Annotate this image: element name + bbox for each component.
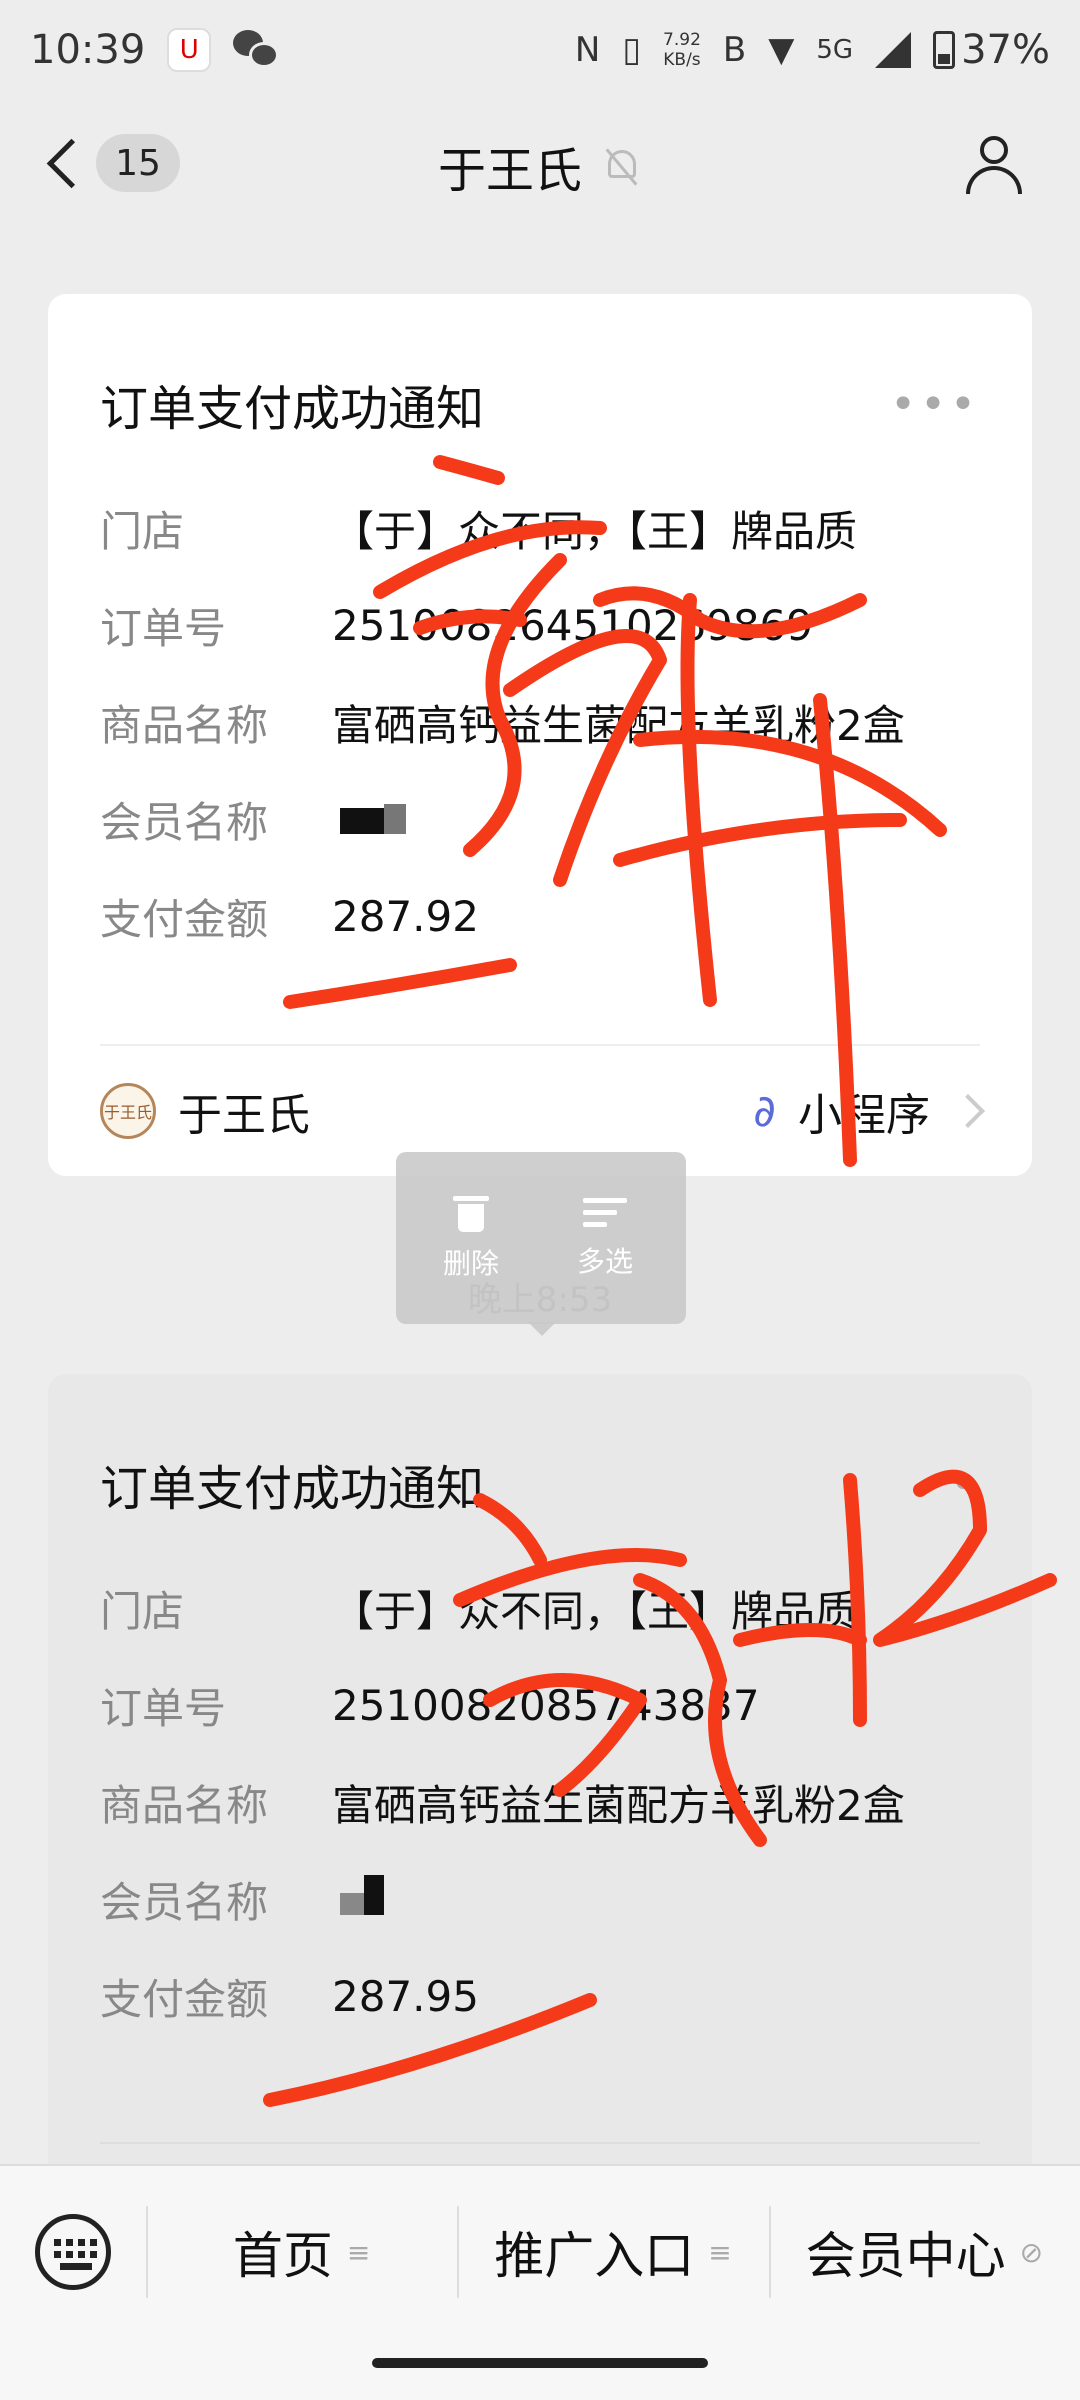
more-icon[interactable]: ••• bbox=[890, 379, 980, 430]
battery: 37% bbox=[933, 27, 1050, 73]
menu-row: 首页 ≡ 推广入口 ≡ 会员中心 ⊘ bbox=[0, 2166, 1080, 2338]
brand-logo: 于王氏 bbox=[100, 1083, 156, 1139]
status-left: 10:39 U bbox=[30, 27, 280, 73]
card-row: 商品名称 富硒高钙益生菌配方羊乳粉2盒 bbox=[100, 674, 980, 771]
submenu-icon: ≡ bbox=[346, 2235, 371, 2269]
mini-program-link[interactable]: ∂ 小程序 bbox=[753, 1079, 985, 1143]
row-value: 2510082645102​69869 bbox=[332, 601, 813, 650]
battery-fill bbox=[938, 53, 951, 64]
row-value: 富硒高钙益生菌配方羊乳粉2盒 bbox=[332, 1781, 905, 1830]
card-row: 订单号 2510082085743837 bbox=[100, 1657, 980, 1754]
chevron-right-icon bbox=[951, 1094, 985, 1128]
mute-bell-icon bbox=[602, 146, 642, 186]
nfc-icon: N bbox=[574, 30, 601, 70]
message-card[interactable]: 订单支付成功通知 ••• 门店 【于】众不同，【王】牌品质 订单号 25100826… bbox=[48, 294, 1032, 1176]
keyboard-icon bbox=[35, 2214, 111, 2290]
brand-name: 于王氏 bbox=[178, 1090, 310, 1141]
context-menu: 删除 多选 bbox=[396, 1152, 686, 1324]
redaction-block bbox=[364, 1874, 384, 1915]
vibrate-icon: ▯ bbox=[622, 30, 642, 70]
card-title: 订单支付成功通知 bbox=[100, 381, 485, 437]
net-speed: 7.92 KB/s bbox=[663, 30, 701, 70]
menu-item-member-center[interactable]: 会员中心 ⊘ bbox=[768, 2166, 1080, 2338]
network-type: 5G bbox=[816, 35, 854, 65]
row-label: 订单号 bbox=[100, 1684, 227, 1733]
card-title-row: 订单支付成功通知 •• bbox=[100, 1434, 980, 1534]
redaction-block bbox=[340, 808, 384, 834]
net-speed-value: 7.92 bbox=[663, 30, 701, 50]
unread-badge[interactable]: 15 bbox=[96, 134, 180, 192]
card-row: 门店 【于】众不同，【王】牌品质 bbox=[100, 480, 980, 577]
more-icon[interactable]: •• bbox=[920, 1459, 980, 1510]
row-value: 2510082085743837 bbox=[332, 1681, 760, 1730]
mini-program-icon: ∂ bbox=[753, 1085, 776, 1137]
redaction-block bbox=[340, 1892, 364, 1915]
delete-label: 删除 bbox=[442, 1247, 499, 1280]
card-row: 支付金额 287.92 bbox=[100, 868, 980, 965]
card-row: 商品名称 富硒高钙益生菌配方羊乳粉2盒 bbox=[100, 1754, 980, 1851]
row-label: 门店 bbox=[100, 1587, 185, 1636]
chat-title: 于王氏 bbox=[437, 143, 582, 199]
menu-item-label: 首页 bbox=[232, 2227, 333, 2285]
multi-select-label: 多选 bbox=[576, 1245, 633, 1278]
link-icon: ⊘ bbox=[1019, 2235, 1044, 2269]
multi-select-icon bbox=[583, 1194, 627, 1232]
back-button[interactable] bbox=[44, 132, 84, 196]
profile-icon[interactable] bbox=[962, 132, 1026, 196]
chat-header: 15 于王氏 bbox=[0, 100, 1080, 232]
row-label: 支付金额 bbox=[100, 1975, 269, 2024]
row-label: 会员名称 bbox=[100, 798, 269, 847]
battery-percent: 37% bbox=[961, 27, 1050, 73]
card-row: 门店 【于】众不同，【王】牌品质 bbox=[100, 1560, 980, 1657]
status-right: N ▯ 7.92 KB/s B ▼ 5G 37% bbox=[575, 27, 1050, 73]
menu-item-home[interactable]: 首页 ≡ bbox=[146, 2166, 457, 2338]
wifi-icon: ▼ bbox=[768, 30, 795, 70]
mini-program-label: 小程序 bbox=[798, 1090, 930, 1141]
menu-item-label: 会员中心 bbox=[805, 2227, 1006, 2285]
card-rows: 门店 【于】众不同，【王】牌品质 订单号 2510082085743837 商品名称… bbox=[100, 1560, 980, 2045]
menu-item-promotion[interactable]: 推广入口 ≡ bbox=[457, 2166, 768, 2338]
net-speed-unit: KB/s bbox=[663, 50, 701, 70]
row-label: 会员名称 bbox=[100, 1878, 269, 1927]
battery-icon bbox=[933, 31, 956, 69]
row-value-redacted bbox=[332, 795, 406, 844]
signal-icon bbox=[875, 32, 912, 68]
card-row: 会员名称 bbox=[100, 771, 980, 868]
card-row: 会员名称 bbox=[100, 1851, 980, 1948]
row-value: 【于】众不同，【王】牌品质 bbox=[332, 1587, 858, 1636]
row-label: 商品名称 bbox=[100, 1781, 269, 1830]
row-value: 287.92 bbox=[332, 892, 479, 941]
multi-select-button[interactable]: 多选 bbox=[550, 1194, 660, 1280]
context-menu-arrow bbox=[528, 1322, 556, 1336]
row-value-redacted bbox=[332, 1874, 384, 1925]
status-time: 10:39 bbox=[30, 27, 146, 73]
wechat-icon bbox=[233, 30, 280, 70]
status-bar: 10:39 U N ▯ 7.92 KB/s B ▼ 5G 37% bbox=[0, 0, 1080, 100]
row-label: 门店 bbox=[100, 507, 185, 556]
hd-icon: B bbox=[722, 30, 747, 70]
card-title-row: 订单支付成功通知 ••• bbox=[100, 354, 980, 454]
card-row: 支付金额 287.95 bbox=[100, 1948, 980, 2045]
home-indicator[interactable] bbox=[372, 2358, 708, 2368]
row-value: 【于】众不同，【王】牌品质 bbox=[332, 507, 858, 556]
row-label: 商品名称 bbox=[100, 701, 269, 750]
app-notification-icon: U bbox=[167, 28, 212, 72]
message-card[interactable]: 订单支付成功通知 •• 门店 【于】众不同，【王】牌品质 订单号 251008208… bbox=[48, 1374, 1032, 2274]
row-value: 287.95 bbox=[332, 1972, 479, 2021]
delete-button[interactable]: 删除 bbox=[416, 1194, 526, 1282]
card-row: 订单号 2510082645102​69869 bbox=[100, 577, 980, 674]
menu-item-label: 推广入口 bbox=[494, 2227, 695, 2285]
submenu-icon: ≡ bbox=[708, 2235, 732, 2269]
footer-left: 于王氏 于王氏 bbox=[100, 1079, 310, 1143]
card-rows: 门店 【于】众不同，【王】牌品质 订单号 2510082645102​69869 商… bbox=[100, 480, 980, 965]
card-title: 订单支付成功通知 bbox=[100, 1461, 485, 1517]
keyboard-toggle-button[interactable] bbox=[0, 2166, 146, 2338]
redaction-block bbox=[384, 804, 406, 834]
row-label: 订单号 bbox=[100, 604, 227, 653]
trash-icon bbox=[453, 1194, 489, 1234]
row-label: 支付金额 bbox=[100, 895, 269, 944]
row-value: 富硒高钙益生菌配方羊乳粉2盒 bbox=[332, 701, 905, 750]
